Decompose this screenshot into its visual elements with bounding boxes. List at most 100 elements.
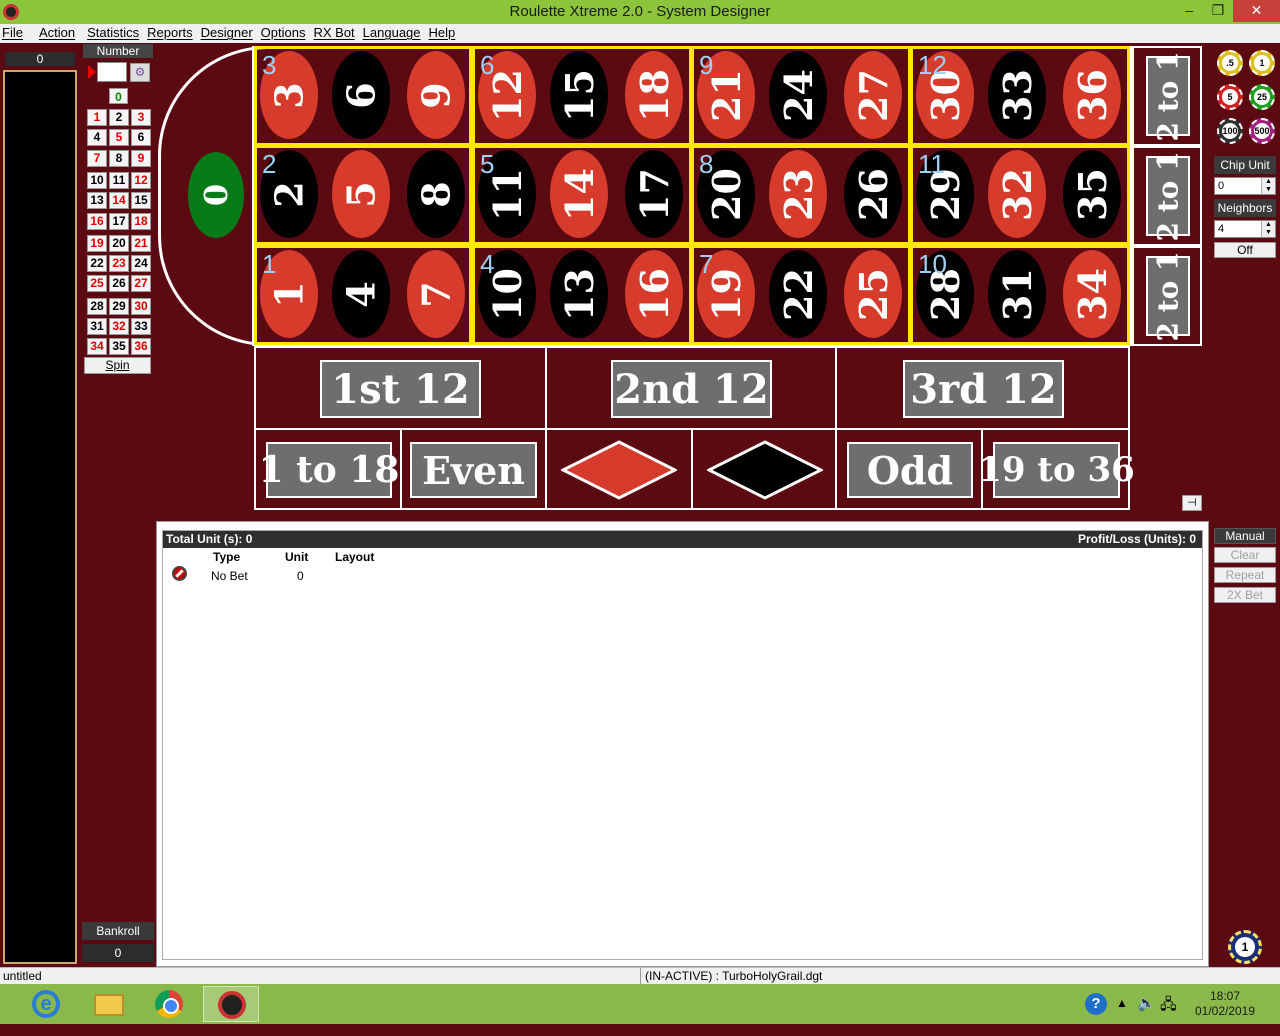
number-grid-cell[interactable]: 24 bbox=[131, 255, 151, 272]
black-bet[interactable] bbox=[691, 428, 837, 510]
number-grid-cell[interactable]: 35 bbox=[109, 338, 129, 355]
odd-bet[interactable]: Odd bbox=[835, 428, 983, 510]
manual-button[interactable]: Manual bbox=[1214, 528, 1276, 544]
history-list[interactable] bbox=[3, 70, 77, 964]
number-input[interactable] bbox=[97, 62, 127, 82]
number-grid-cell[interactable]: 5 bbox=[109, 129, 129, 146]
off-button[interactable]: Off bbox=[1214, 242, 1276, 258]
minimize-button[interactable]: – bbox=[1174, 0, 1204, 22]
number-grid-cell[interactable]: 34 bbox=[87, 338, 107, 355]
chip-icon[interactable]: 25 bbox=[1249, 84, 1275, 110]
number-grid-cell[interactable]: 33 bbox=[131, 318, 151, 335]
menu-reports[interactable]: Reports bbox=[145, 24, 199, 40]
bet-type-cell[interactable]: No Bet bbox=[211, 569, 248, 583]
number-grid-cell[interactable]: 31 bbox=[87, 318, 107, 335]
double-bet-button[interactable]: 2X Bet bbox=[1214, 587, 1276, 603]
column-unit[interactable]: Unit bbox=[285, 550, 308, 564]
number-grid-cell[interactable]: 6 bbox=[131, 129, 151, 146]
red-bet[interactable] bbox=[545, 428, 693, 510]
menu-rx-bot[interactable]: RX Bot bbox=[311, 24, 360, 40]
number-grid-cell[interactable]: 1 bbox=[87, 109, 107, 126]
number-grid-cell[interactable]: 17 bbox=[109, 213, 129, 230]
gear-icon[interactable]: ⚙ bbox=[130, 63, 150, 82]
number-grid-cell[interactable]: 2 bbox=[109, 109, 129, 126]
menu-options[interactable]: Options bbox=[259, 24, 312, 40]
number-grid-cell[interactable]: 16 bbox=[87, 213, 107, 230]
taskbar-roulette[interactable] bbox=[203, 986, 259, 1022]
bet-unit-cell[interactable]: 0 bbox=[297, 569, 304, 583]
repeat-button[interactable]: Repeat bbox=[1214, 567, 1276, 583]
number-grid-cell[interactable]: 30 bbox=[131, 298, 151, 315]
number-grid-cell[interactable]: 29 bbox=[109, 298, 129, 315]
number-grid-cell[interactable]: 21 bbox=[131, 235, 151, 252]
selected-chip-icon[interactable]: 1 bbox=[1228, 930, 1262, 964]
low-1-18-bet[interactable]: 1 to 18 bbox=[254, 428, 402, 510]
chip-icon[interactable]: 500 bbox=[1249, 118, 1275, 144]
number-grid-cell[interactable]: 22 bbox=[87, 255, 107, 272]
number-grid-cell[interactable]: 26 bbox=[109, 275, 129, 292]
maximize-button[interactable]: ❐ bbox=[1203, 0, 1233, 22]
number-grid-cell[interactable]: 11 bbox=[109, 172, 129, 189]
street-label: 3 bbox=[262, 50, 277, 80]
chip-icon[interactable]: .5 bbox=[1217, 50, 1243, 76]
bets-list[interactable]: Total Unit (s): 0 Profit/Loss (Units): 0… bbox=[162, 530, 1203, 960]
chip-icon[interactable]: 5 bbox=[1217, 84, 1243, 110]
taskbar-ie[interactable]: e bbox=[16, 986, 72, 1022]
number-grid-cell[interactable]: 25 bbox=[87, 275, 107, 292]
dozen-3-bet[interactable]: 3rd 12 bbox=[835, 346, 1130, 430]
clock[interactable]: 18:07 01/02/2019 bbox=[1188, 989, 1262, 1019]
chip-unit-spinner[interactable]: ▲ ▼ bbox=[1261, 178, 1275, 194]
chrome-icon bbox=[155, 990, 183, 1018]
taskbar-explorer[interactable] bbox=[80, 986, 136, 1022]
number-grid-cell[interactable]: 9 bbox=[131, 150, 151, 167]
number-grid-cell[interactable]: 20 bbox=[109, 235, 129, 252]
pin-icon[interactable]: ⊣ bbox=[1182, 495, 1202, 511]
menu-help[interactable]: Help bbox=[427, 24, 462, 40]
number-grid-cell[interactable]: 13 bbox=[87, 192, 107, 209]
help-icon[interactable]: ? bbox=[1085, 993, 1107, 1015]
column-bet-top[interactable]: 2 to 1 bbox=[1132, 46, 1202, 146]
tray-arrow-icon[interactable]: ▲ bbox=[1116, 996, 1128, 1036]
number-grid-cell[interactable]: 10 bbox=[87, 172, 107, 189]
number-grid-cell[interactable]: 28 bbox=[87, 298, 107, 315]
chip-icon[interactable]: 1 bbox=[1249, 50, 1275, 76]
column-layout[interactable]: Layout bbox=[335, 550, 374, 564]
number-grid-cell[interactable]: 14 bbox=[109, 192, 129, 209]
close-button[interactable]: ✕ bbox=[1233, 0, 1280, 22]
column-bet-middle[interactable]: 2 to 1 bbox=[1132, 146, 1202, 246]
number-grid-cell[interactable]: 23 bbox=[109, 255, 129, 272]
neighbors-spinner[interactable]: ▲ ▼ bbox=[1261, 221, 1275, 237]
clear-button[interactable]: Clear bbox=[1214, 547, 1276, 563]
number-zero-button[interactable]: 0 bbox=[109, 88, 128, 104]
spin-button[interactable]: Spin bbox=[84, 357, 151, 374]
number-grid-cell[interactable]: 18 bbox=[131, 213, 151, 230]
number-grid-cell[interactable]: 3 bbox=[131, 109, 151, 126]
number-grid-cell[interactable]: 19 bbox=[87, 235, 107, 252]
menu-file[interactable]: File bbox=[0, 24, 29, 40]
column-type[interactable]: Type bbox=[213, 550, 240, 564]
chip-unit-input[interactable]: 0 ▲ ▼ bbox=[1214, 177, 1276, 195]
dozen-2-bet[interactable]: 2nd 12 bbox=[545, 346, 837, 430]
menu-designer[interactable]: Designer bbox=[199, 24, 259, 40]
number-grid-cell[interactable]: 8 bbox=[109, 150, 129, 167]
menu-statistics[interactable]: Statistics bbox=[85, 24, 145, 40]
number-grid-cell[interactable]: 12 bbox=[131, 172, 151, 189]
taskbar-chrome[interactable] bbox=[141, 986, 197, 1022]
menu-action[interactable]: Action bbox=[37, 24, 81, 40]
dozen-1-bet[interactable]: 1st 12 bbox=[254, 346, 547, 430]
number-grid-cell[interactable]: 27 bbox=[131, 275, 151, 292]
even-bet[interactable]: Even bbox=[400, 428, 547, 510]
network-icon[interactable]: 🖧 bbox=[1160, 994, 1177, 1034]
number-grid-cell[interactable]: 15 bbox=[131, 192, 151, 209]
chip-icon[interactable]: 100 bbox=[1217, 118, 1243, 144]
zero-pocket[interactable]: 0 bbox=[188, 152, 244, 238]
number-grid-cell[interactable]: 32 bbox=[109, 318, 129, 335]
menu-language[interactable]: Language bbox=[361, 24, 427, 40]
number-grid-cell[interactable]: 7 bbox=[87, 150, 107, 167]
column-bet-bottom[interactable]: 2 to 1 bbox=[1132, 246, 1202, 346]
speaker-icon[interactable]: 🔈 bbox=[1137, 994, 1156, 1034]
number-grid-cell[interactable]: 36 bbox=[131, 338, 151, 355]
high-19-36-bet[interactable]: 19 to 36 bbox=[978, 428, 1135, 510]
number-grid-cell[interactable]: 4 bbox=[87, 129, 107, 146]
neighbors-input[interactable]: 4 ▲ ▼ bbox=[1214, 220, 1276, 238]
